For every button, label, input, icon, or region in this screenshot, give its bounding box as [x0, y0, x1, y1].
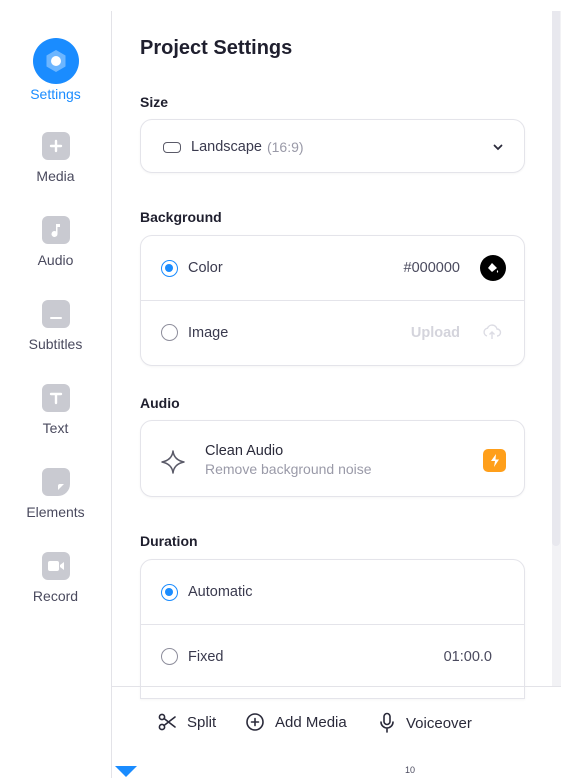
timeline-tick-label: 10: [405, 765, 416, 775]
voiceover-button[interactable]: Voiceover: [378, 712, 472, 734]
color-option-label: Color: [188, 260, 223, 276]
sidebar-item-media[interactable]: Media: [0, 132, 111, 184]
text-icon: [41, 384, 70, 412]
duration-section-label: Duration: [140, 533, 198, 549]
sticker-icon: [41, 468, 70, 496]
size-dropdown[interactable]: Landscape (16:9): [140, 119, 525, 173]
clean-audio-title: Clean Audio: [205, 443, 284, 459]
sidebar-item-label: Media: [36, 168, 75, 184]
size-selected-value: Landscape: [191, 139, 262, 155]
fixed-radio[interactable]: [161, 648, 178, 665]
background-image-option[interactable]: Image Upload: [141, 300, 524, 364]
duration-card: Automatic Fixed 01:00.0: [140, 559, 525, 699]
sidebar-item-subtitles[interactable]: Subtitles: [0, 300, 111, 352]
duration-automatic-option[interactable]: Automatic: [141, 560, 524, 624]
fixed-duration-value[interactable]: 01:00.0: [444, 649, 492, 665]
voiceover-label: Voiceover: [406, 714, 472, 732]
video-camera-icon: [41, 552, 70, 580]
clean-audio-subtitle: Remove background noise: [205, 461, 372, 477]
sidebar: Settings Media Audio Subtitles Text Elem…: [0, 0, 111, 778]
background-color-option[interactable]: Color #000000: [141, 236, 524, 300]
add-media-label: Add Media: [275, 713, 347, 731]
image-option-label: Image: [188, 324, 229, 341]
cloud-upload-icon: [482, 323, 502, 346]
split-label: Split: [187, 713, 217, 731]
scrollbar-thumb[interactable]: [552, 11, 560, 546]
sidebar-item-label: Text: [42, 420, 69, 436]
color-radio[interactable]: [161, 259, 178, 277]
size-section-label: Size: [140, 94, 169, 110]
microphone-icon: [380, 712, 394, 733]
audio-section-label: Audio: [140, 395, 180, 411]
image-radio[interactable]: [161, 324, 178, 341]
sidebar-item-label: Audio: [37, 252, 74, 268]
landscape-icon: [163, 141, 181, 153]
sidebar-item-settings[interactable]: Settings: [0, 38, 111, 102]
premium-lightning-badge: [483, 449, 506, 472]
music-note-icon: [41, 216, 70, 244]
plus-icon: [41, 132, 70, 160]
scissors-icon: [158, 713, 176, 731]
sidebar-item-label: Record: [32, 588, 79, 604]
page-title: Project Settings: [140, 37, 293, 59]
upload-button[interactable]: Upload: [411, 325, 460, 341]
automatic-option-label: Automatic: [188, 584, 253, 600]
clean-audio-card[interactable]: Clean Audio Remove background noise: [140, 420, 525, 497]
size-ratio: (16:9): [266, 139, 304, 155]
toolbar-divider: [112, 686, 561, 687]
timeline-playhead[interactable]: [115, 766, 137, 777]
settings-icon: [32, 38, 79, 84]
sidebar-item-label: Elements: [26, 504, 85, 520]
add-media-button[interactable]: Add Media: [245, 712, 347, 732]
automatic-radio[interactable]: [161, 583, 178, 601]
subtitles-icon: [41, 300, 70, 328]
split-button[interactable]: Split: [157, 712, 216, 732]
sidebar-item-text[interactable]: Text: [0, 384, 111, 436]
sidebar-item-record[interactable]: Record: [0, 552, 111, 604]
add-circle-icon: [246, 713, 264, 731]
chevron-down-icon: [492, 140, 504, 158]
sparkle-icon: [160, 449, 186, 480]
background-section-label: Background: [140, 209, 222, 225]
sidebar-item-label: Subtitles: [28, 336, 83, 352]
paint-bucket-icon[interactable]: [480, 255, 506, 281]
color-hex-value[interactable]: #000000: [404, 260, 460, 276]
sidebar-item-audio[interactable]: Audio: [0, 216, 111, 268]
fixed-option-label: Fixed: [188, 648, 224, 665]
duration-fixed-option[interactable]: Fixed 01:00.0: [141, 624, 524, 688]
background-card: Color #000000 Image Upload: [140, 235, 525, 366]
sidebar-item-elements[interactable]: Elements: [0, 468, 111, 520]
project-settings-panel: Project Settings Size Landscape (16:9) B…: [112, 11, 532, 699]
sidebar-item-label: Settings: [30, 86, 81, 102]
